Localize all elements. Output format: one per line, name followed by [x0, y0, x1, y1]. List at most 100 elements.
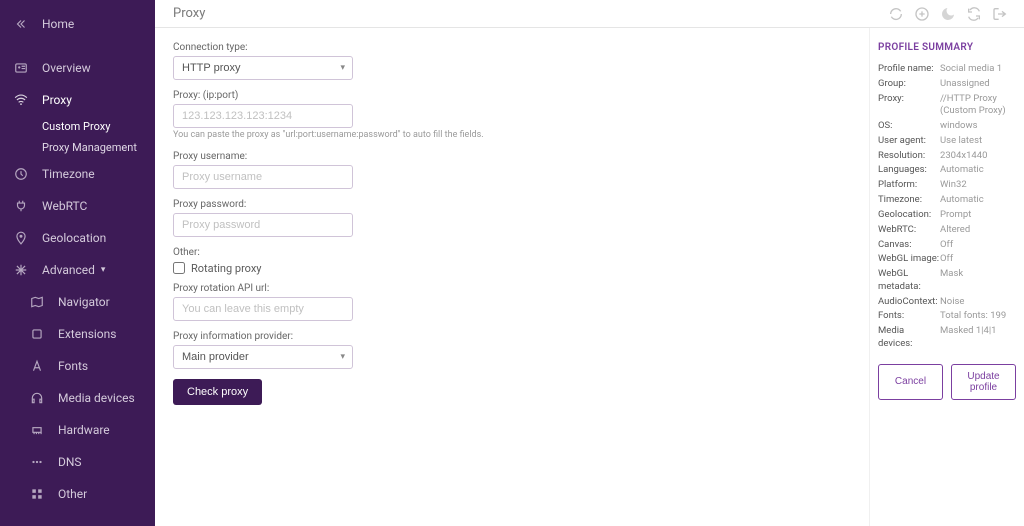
wifi-icon [12, 91, 30, 109]
summary-row: Media devices:Masked 1|4|1 [878, 325, 1016, 350]
sidebar-item-proxy[interactable]: Proxy [0, 84, 155, 116]
map-icon [28, 293, 46, 311]
summary-value: 2304x1440 [940, 150, 1016, 162]
sync-icon[interactable] [966, 6, 982, 22]
proxy-input[interactable] [173, 104, 353, 128]
connection-type-label: Connection type: [173, 42, 851, 53]
summary-row: Languages:Automatic [878, 164, 1016, 176]
summary-value: windows [940, 120, 1016, 132]
summary-key: Media devices: [878, 325, 940, 350]
summary-value: Noise [940, 296, 1016, 308]
puzzle-icon [28, 325, 46, 343]
dots-icon [28, 453, 46, 471]
sidebar-item-label: WebRTC [42, 199, 87, 213]
topbar: Proxy [155, 0, 1024, 28]
sidebar-item-navigator[interactable]: Navigator [0, 286, 155, 318]
sidebar-item-media-devices[interactable]: Media devices [0, 382, 155, 414]
sidebar-item-hardware[interactable]: Hardware [0, 414, 155, 446]
summary-row: Group:Unassigned [878, 78, 1016, 90]
summary-row: WebGL metadata:Mask [878, 268, 1016, 293]
summary-value: Total fonts: 199 [940, 310, 1016, 322]
summary-key: AudioContext: [878, 296, 940, 308]
sidebar-item-label: Extensions [58, 327, 116, 341]
summary-row: Resolution:2304x1440 [878, 150, 1016, 162]
chevron-left-icon [12, 15, 30, 33]
summary-key: Group: [878, 78, 940, 90]
summary-key: Canvas: [878, 239, 940, 251]
sidebar-item-label: Media devices [58, 391, 135, 405]
refresh-icon[interactable] [888, 6, 904, 22]
connection-type-select[interactable]: HTTP proxy [173, 56, 353, 80]
summary-row: Platform:Win32 [878, 179, 1016, 191]
summary-row: Profile name:Social media 1 [878, 63, 1016, 75]
sidebar-item-advanced[interactable]: Advanced ▾ [0, 254, 155, 286]
proxy-username-input[interactable] [173, 165, 353, 189]
headphones-icon [28, 389, 46, 407]
asterisk-icon [12, 261, 30, 279]
provider-select[interactable]: Main provider [173, 345, 353, 369]
cancel-button[interactable]: Cancel [878, 364, 943, 400]
sidebar-item-extensions[interactable]: Extensions [0, 318, 155, 350]
sidebar-sub-custom-proxy[interactable]: Custom Proxy [0, 116, 155, 137]
sidebar-item-label: Timezone [42, 167, 95, 181]
font-icon [28, 357, 46, 375]
sidebar-item-label: Other [58, 487, 87, 501]
rotating-proxy-checkbox[interactable] [173, 262, 185, 274]
grid-icon [28, 485, 46, 503]
summary-value: Social media 1 [940, 63, 1016, 75]
username-label: Proxy username: [173, 151, 851, 162]
form-area: Connection type: HTTP proxy Proxy: (ip:p… [155, 28, 869, 526]
summary-key: Profile name: [878, 63, 940, 75]
summary-row: Canvas:Off [878, 239, 1016, 251]
plus-circle-icon[interactable] [914, 6, 930, 22]
summary-key: Languages: [878, 164, 940, 176]
sidebar-item-geolocation[interactable]: Geolocation [0, 222, 155, 254]
pin-icon [12, 229, 30, 247]
sidebar-item-timezone[interactable]: Timezone [0, 158, 155, 190]
password-label: Proxy password: [173, 199, 851, 210]
summary-key: OS: [878, 120, 940, 132]
proxy-label: Proxy: (ip:port) [173, 90, 851, 101]
update-profile-button[interactable]: Update profile [951, 364, 1016, 400]
summary-row: WebRTC:Altered [878, 224, 1016, 236]
summary-row: AudioContext:Noise [878, 296, 1016, 308]
summary-value: Use latest [940, 135, 1016, 147]
summary-row: Timezone:Automatic [878, 194, 1016, 206]
summary-value: Off [940, 239, 1016, 251]
summary-key: WebGL metadata: [878, 268, 940, 293]
sidebar-item-overview[interactable]: Overview [0, 52, 155, 84]
summary-value: Masked 1|4|1 [940, 325, 1016, 350]
sidebar-sub-proxy-management[interactable]: Proxy Management [0, 137, 155, 158]
summary-key: Timezone: [878, 194, 940, 206]
sidebar-item-label: Geolocation [42, 231, 106, 245]
summary-key: Platform: [878, 179, 940, 191]
summary-key: User agent: [878, 135, 940, 147]
logout-icon[interactable] [992, 6, 1008, 22]
summary-value: //HTTP Proxy (Custom Proxy) [940, 93, 1016, 118]
summary-key: WebGL image: [878, 253, 940, 265]
rotation-url-input[interactable] [173, 297, 353, 321]
profile-summary: PROFILE SUMMARY Profile name:Social medi… [869, 28, 1024, 526]
proxy-password-input[interactable] [173, 213, 353, 237]
page-title: Proxy [173, 6, 205, 21]
check-proxy-button[interactable]: Check proxy [173, 379, 262, 405]
summary-row: Geolocation:Prompt [878, 209, 1016, 221]
summary-value: Prompt [940, 209, 1016, 221]
summary-value: Altered [940, 224, 1016, 236]
memory-icon [28, 421, 46, 439]
id-card-icon [12, 59, 30, 77]
summary-row: WebGL image:Off [878, 253, 1016, 265]
rotating-proxy-label: Rotating proxy [191, 262, 262, 275]
clock-icon [12, 165, 30, 183]
plug-icon [12, 197, 30, 215]
other-label: Other: [173, 247, 851, 258]
sidebar-item-label: Advanced [42, 263, 95, 277]
summary-key: Resolution: [878, 150, 940, 162]
sidebar-item-fonts[interactable]: Fonts [0, 350, 155, 382]
moon-icon[interactable] [940, 6, 956, 22]
sidebar-item-dns[interactable]: DNS [0, 446, 155, 478]
sidebar-home[interactable]: Home [0, 8, 155, 40]
sidebar-item-other[interactable]: Other [0, 478, 155, 510]
sidebar-item-webrtc[interactable]: WebRTC [0, 190, 155, 222]
sidebar-item-label: Home [42, 17, 74, 31]
